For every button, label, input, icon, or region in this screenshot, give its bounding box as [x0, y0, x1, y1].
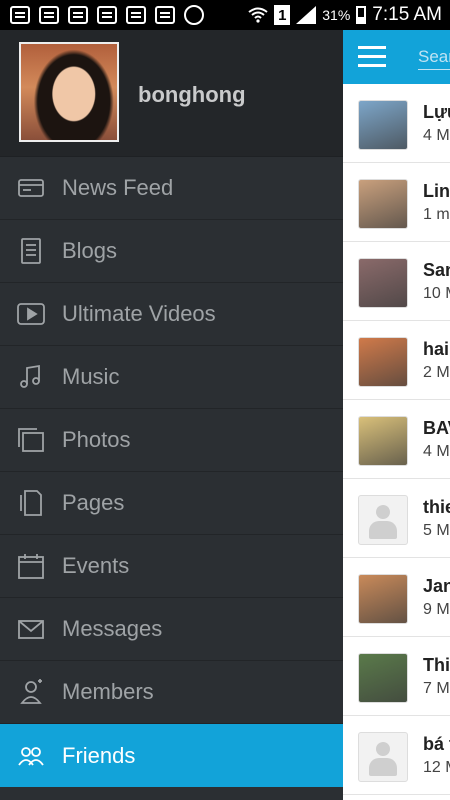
friend-name[interactable]: bá t: [423, 734, 450, 755]
friend-name[interactable]: BAV: [423, 418, 450, 439]
menu-item-label: Members: [62, 679, 154, 704]
friend-avatar[interactable]: [358, 416, 408, 466]
friend-name[interactable]: thie: [423, 497, 450, 518]
profile-header[interactable]: bonghong: [0, 30, 343, 157]
menu-item-music[interactable]: Music: [0, 346, 343, 409]
card-icon: [68, 6, 88, 24]
menu-item-friends[interactable]: Friends: [0, 724, 343, 787]
sync-icon: [184, 5, 204, 25]
friends-icon: [14, 741, 48, 771]
friend-mutual-count: 2 M: [423, 364, 450, 381]
friend-avatar[interactable]: [358, 574, 408, 624]
friend-mutual-count: 10 M: [423, 285, 450, 302]
menu-item-label: Photos: [62, 427, 131, 452]
friend-mutual-count: 4 M: [423, 443, 450, 460]
card-icon: [155, 6, 175, 24]
menu-item-pages[interactable]: Pages: [0, 472, 343, 535]
username: bonghong: [138, 82, 246, 107]
menu-item-events[interactable]: Events: [0, 535, 343, 598]
friend-row[interactable]: BAV 4 M: [343, 400, 450, 479]
friend-avatar[interactable]: [358, 179, 408, 229]
blog-icon: [14, 236, 48, 266]
sim-icon: 1: [274, 5, 291, 25]
friend-avatar[interactable]: [358, 337, 408, 387]
menu-item-label: News Feed: [62, 175, 174, 200]
friend-row[interactable]: thie 5 M: [343, 479, 450, 558]
menu-item-label: Pages: [62, 490, 125, 515]
music-note-icon: [14, 362, 48, 392]
member-icon: [14, 677, 48, 707]
friend-name[interactable]: hai: [423, 339, 449, 360]
friend-row[interactable]: Jan 9 M: [343, 558, 450, 637]
friend-avatar[interactable]: [358, 100, 408, 150]
friend-row[interactable]: Lựu 4 M: [343, 84, 450, 163]
envelope-icon: [14, 614, 48, 644]
friends-list: Lựu 4 M Linh 1 m San 10 M hai 2 M BAV 4 M thie 5 M J…: [343, 84, 450, 795]
avatar[interactable]: [19, 42, 119, 142]
friend-mutual-count: 4 M: [423, 127, 450, 144]
card-icon: [126, 6, 146, 24]
signal-icon: [296, 6, 317, 24]
menu-item-label: Friends: [62, 742, 136, 768]
friend-name[interactable]: San: [423, 260, 450, 281]
menu-item-label: Events: [62, 553, 130, 578]
friend-name[interactable]: Jan: [423, 576, 450, 597]
menu-item-news-feed[interactable]: News Feed: [0, 157, 343, 220]
image-icon: [39, 6, 59, 24]
friend-avatar[interactable]: [358, 495, 408, 545]
battery-icon: [356, 6, 367, 24]
wifi-icon: [248, 7, 268, 23]
drawer-menu: News Feed Blogs Ultimate Videos Music Photos…: [0, 157, 343, 787]
status-bar: 1 31% 7:15 AM: [0, 0, 450, 30]
friends-panel: Sear Lựu 4 M Linh 1 m San 10 M hai 2 M BAV 4 M thi…: [343, 30, 450, 800]
friend-row[interactable]: Thi 7 M: [343, 637, 450, 716]
battery-percent: 31%: [322, 7, 351, 23]
friend-avatar[interactable]: [358, 258, 408, 308]
menu-item-label: Music: [62, 364, 120, 389]
menu-item-photos[interactable]: Photos: [0, 409, 343, 472]
clock: 7:15 AM: [372, 4, 442, 25]
friend-row[interactable]: Linh 1 m: [343, 163, 450, 242]
friend-row[interactable]: San 10 M: [343, 242, 450, 321]
navigation-drawer: bonghong News Feed Blogs Ultimate Videos Mu…: [0, 30, 343, 800]
notification-icons: [0, 5, 204, 25]
menu-item-label: Blogs: [62, 238, 118, 263]
news-feed-icon: [14, 173, 48, 203]
menu-item-messages[interactable]: Messages: [0, 598, 343, 661]
friend-name[interactable]: Linh: [423, 181, 450, 202]
friend-row[interactable]: bá t 12 M: [343, 716, 450, 795]
menu-item-label: Ultimate Videos: [62, 301, 216, 326]
chat-icon: [10, 6, 30, 24]
friend-name[interactable]: Thi: [423, 655, 450, 676]
top-app-bar: Sear: [343, 30, 450, 84]
friend-mutual-count: 9 M: [423, 601, 450, 618]
friend-mutual-count: 7 M: [423, 680, 450, 697]
search-input[interactable]: Sear: [418, 47, 450, 70]
pages-icon: [14, 488, 48, 518]
friend-avatar[interactable]: [358, 653, 408, 703]
menu-item-ultimate-videos[interactable]: Ultimate Videos: [0, 283, 343, 346]
calendar-icon: [14, 551, 48, 581]
friend-mutual-count: 5 M: [423, 522, 450, 539]
friend-row[interactable]: hai 2 M: [343, 321, 450, 400]
video-play-icon: [14, 299, 48, 329]
friend-mutual-count: 12 M: [423, 759, 450, 776]
menu-item-label: Messages: [62, 616, 163, 641]
menu-item-members[interactable]: Members: [0, 661, 343, 724]
hamburger-menu-icon[interactable]: [358, 46, 386, 68]
friend-avatar[interactable]: [358, 732, 408, 782]
friend-mutual-count: 1 m: [423, 206, 450, 223]
menu-item-blogs[interactable]: Blogs: [0, 220, 343, 283]
card-icon: [97, 6, 117, 24]
photos-icon: [14, 425, 48, 455]
friend-name[interactable]: Lựu: [423, 102, 450, 123]
